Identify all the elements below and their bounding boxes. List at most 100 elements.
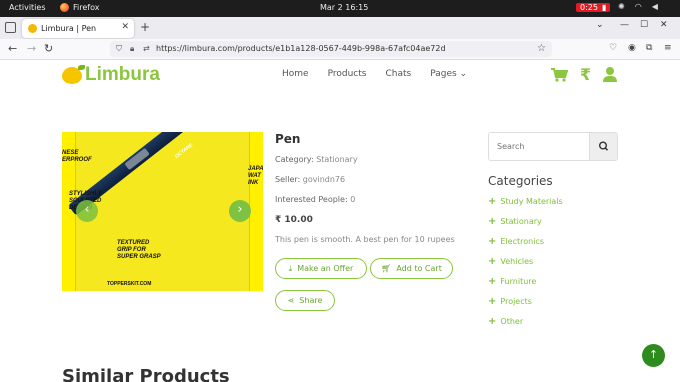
category-link[interactable]: + Stationary xyxy=(488,216,542,227)
search-input[interactable] xyxy=(489,133,590,160)
close-tab-icon[interactable]: ✕ xyxy=(121,22,129,32)
category-link[interactable]: + Other xyxy=(488,316,523,327)
activities-button[interactable]: Activities xyxy=(9,3,46,12)
accessibility-icon: ✺ xyxy=(618,2,625,11)
main-menu: Home Products Chats Pages ⌄ xyxy=(282,69,467,79)
category-link[interactable]: + Study Materials xyxy=(488,196,563,207)
category-label: Stationary xyxy=(500,217,542,226)
categories-title: Categories xyxy=(488,174,553,188)
tab-strip: Limbura | Pen ✕ + ⌄ — ☐ ✕ xyxy=(0,17,680,39)
account-icon[interactable]: ◉ xyxy=(628,43,636,53)
next-slide-edge xyxy=(249,132,263,291)
permissions-icon[interactable]: ⇄ xyxy=(143,41,150,57)
product-info: Pen Category: Stationary Seller: govindn… xyxy=(275,132,465,244)
make-offer-label: Make an Offer xyxy=(297,264,354,273)
search-button[interactable] xyxy=(589,133,617,160)
menu-pages-label: Pages xyxy=(430,69,457,79)
interested-count: 0 xyxy=(350,195,356,204)
back-icon[interactable]: ← xyxy=(8,42,17,55)
plus-icon: + xyxy=(488,196,497,207)
category-label: Study Materials xyxy=(500,197,563,206)
tab-list-icon[interactable] xyxy=(5,22,16,33)
interested-label: Interested People: xyxy=(275,195,348,204)
share-button[interactable]: ⋖ Share xyxy=(275,290,335,311)
cart-icon[interactable] xyxy=(551,68,568,82)
brand-name: Limbura xyxy=(85,64,160,85)
volume-icon: ◀ xyxy=(651,2,658,11)
rupee-icon[interactable]: ₹ xyxy=(580,65,591,84)
arrow-up-icon: ↑ xyxy=(648,348,659,361)
new-tab-button[interactable]: + xyxy=(140,20,150,34)
product-category: Category: Stationary xyxy=(275,155,358,164)
image-brand-mark: TOPPERSKIT.COM xyxy=(107,281,152,287)
forward-icon[interactable]: → xyxy=(27,42,36,55)
favicon-icon xyxy=(28,24,37,33)
app-name: Firefox xyxy=(73,3,100,12)
app-menu[interactable]: Firefox xyxy=(60,3,99,12)
clock[interactable]: Mar 2 16:15 xyxy=(320,3,368,12)
user-icon[interactable] xyxy=(603,67,617,82)
url-bar[interactable]: ⛉ 🔒︎ ⇄ https://limbura.com/products/e1b1… xyxy=(110,41,552,57)
menu-icon[interactable]: ≡ xyxy=(664,43,672,53)
tab-overflow-icon[interactable]: ⌄ xyxy=(596,20,604,30)
active-tab[interactable]: Limbura | Pen ✕ xyxy=(22,19,134,38)
similar-products-heading: Similar Products xyxy=(62,366,230,382)
plus-icon: + xyxy=(488,256,497,267)
navigation-bar: ← → ↻ ⛉ 🔒︎ ⇄ https://limbura.com/product… xyxy=(0,39,680,60)
minimize-icon[interactable]: — xyxy=(620,20,629,30)
plus-icon: + xyxy=(488,316,497,327)
bookmark-star-icon[interactable]: ☆ xyxy=(537,41,546,57)
chevron-down-icon: ⌄ xyxy=(459,69,468,79)
product-title: Pen xyxy=(275,132,301,146)
callout-grip: TEXTURED GRIP FOR SUPER GRASP xyxy=(117,240,161,260)
product-description: This pen is smooth. A best pen for 10 ru… xyxy=(275,235,455,244)
pen-brand-text: OCTANE xyxy=(174,142,195,160)
product-image-carousel[interactable]: NESE ERPROOF JAPA WAT INK OCTANE STYLISH… xyxy=(62,132,263,291)
category-link[interactable]: + Furniture xyxy=(488,276,536,287)
seller-label: Seller: xyxy=(275,175,301,184)
category-link[interactable]: + Projects xyxy=(488,296,532,307)
category-link[interactable]: + Electronics xyxy=(488,236,544,247)
battery-indicator[interactable]: 0:25 ▮ xyxy=(576,3,611,12)
wifi-icon: ◠ xyxy=(634,2,642,11)
make-offer-button[interactable]: ⤓ Make an Offer xyxy=(275,258,367,279)
menu-chats[interactable]: Chats xyxy=(385,69,411,79)
cart-small-icon: 🛒︎ xyxy=(381,264,392,273)
lemon-icon xyxy=(62,64,85,84)
plus-icon: + xyxy=(488,216,497,227)
add-to-cart-label: Add to Cart xyxy=(396,264,442,273)
product-interested: Interested People: 0 xyxy=(275,195,355,204)
menu-home[interactable]: Home xyxy=(282,69,309,79)
plus-icon: + xyxy=(488,276,497,287)
menu-products[interactable]: Products xyxy=(328,69,367,79)
category-label: Category: xyxy=(275,155,314,164)
lock-icon[interactable]: 🔒︎ xyxy=(130,41,134,57)
shield-icon[interactable]: ⛉ xyxy=(116,41,122,57)
image-text-right: JAPA WAT INK xyxy=(248,166,263,186)
pocket-icon[interactable]: ♡ xyxy=(609,43,617,53)
product-price: ₹ 10.00 xyxy=(275,215,313,225)
prev-arrow-icon[interactable]: ‹ xyxy=(76,200,98,222)
tab-title: Limbura | Pen xyxy=(41,24,97,33)
share-label: Share xyxy=(299,296,323,305)
firefox-icon xyxy=(60,3,69,12)
reload-icon[interactable]: ↻ xyxy=(44,42,53,55)
category-label: Furniture xyxy=(500,277,537,286)
next-arrow-icon[interactable]: › xyxy=(229,200,251,222)
close-window-icon[interactable]: ✕ xyxy=(660,20,668,30)
system-tray[interactable]: ✺ ◠ ◀ xyxy=(618,2,658,11)
category-link[interactable]: + Vehicles xyxy=(488,256,533,267)
product-seller: Seller: govindn76 xyxy=(275,175,345,184)
brand-logo[interactable]: Limbura xyxy=(62,64,160,86)
system-top-bar: Activities Firefox Mar 2 16:15 0:25 ▮ ✺ … xyxy=(0,0,680,17)
add-to-cart-button[interactable]: 🛒︎ Add to Cart xyxy=(370,258,453,279)
site-header: Limbura Home Products Chats Pages ⌄ ₹ xyxy=(0,60,680,96)
maximize-icon[interactable]: ☐ xyxy=(640,20,648,30)
category-label: Electronics xyxy=(500,237,544,246)
seller-value[interactable]: govindn76 xyxy=(303,175,345,184)
menu-pages[interactable]: Pages ⌄ xyxy=(430,69,467,79)
offer-icon: ⤓ xyxy=(288,263,293,273)
extensions-icon[interactable]: ⧉ xyxy=(646,43,652,53)
plus-icon: + xyxy=(488,296,497,307)
scroll-to-top-button[interactable]: ↑ xyxy=(642,344,665,367)
